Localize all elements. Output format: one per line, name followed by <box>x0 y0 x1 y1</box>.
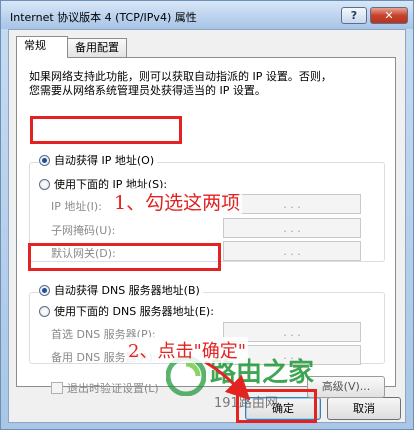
ip-address-label: IP 地址(I): <box>51 200 102 213</box>
tcpip-properties-dialog: Internet 协议版本 4 (TCP/IPv4) 属性 ? ✕ 常规 备用配… <box>0 0 414 430</box>
radio-checked-icon <box>39 154 50 166</box>
subnet-mask-input[interactable]: . . . <box>223 218 361 238</box>
cancel-button[interactable]: 取消 <box>327 397 401 420</box>
annotation-step-2: 2、点击"确定" <box>126 337 249 363</box>
dns-auto-radio[interactable]: 自动获得 DNS 服务器地址(B) <box>39 282 203 298</box>
dns-manual-label: 使用下面的 DNS 服务器地址(E): <box>54 305 214 318</box>
annotation-step-1: 1、勾选这两项 <box>112 188 243 215</box>
dns-manual-radio[interactable]: 使用下面的 DNS 服务器地址(E): <box>39 303 217 319</box>
radio-unchecked-icon <box>39 305 50 317</box>
close-button[interactable]: ✕ <box>370 7 408 24</box>
default-gateway-input[interactable]: . . . <box>223 241 361 261</box>
radio-unchecked-icon <box>39 178 50 190</box>
ip-auto-radio[interactable]: 自动获得 IP 地址(O) <box>39 152 158 168</box>
dns-auto-label: 自动获得 DNS 服务器地址(B) <box>54 284 200 297</box>
validate-on-exit-label: 退出时验证设置(L) <box>67 382 159 395</box>
ip-auto-label: 自动获得 IP 地址(O) <box>54 154 155 167</box>
subnet-mask-label: 子网掩码(U): <box>51 224 116 237</box>
dialog-client-area: 常规 备用配置 如果网络支持此功能，则可以获取自动指派的 IP 设置。否则， 您… <box>8 29 406 423</box>
radio-checked-icon <box>39 284 50 296</box>
advanced-button[interactable]: 高级(V)... <box>307 376 385 398</box>
help-button[interactable]: ? <box>341 7 367 24</box>
ip-address-input[interactable]: . . . <box>223 194 361 214</box>
default-gateway-label: 默认网关(D): <box>51 247 116 260</box>
window-title: Internet 协议版本 4 (TCP/IPv4) 属性 <box>10 11 197 24</box>
checkbox-icon <box>51 382 63 394</box>
watermark-site: 191路由网 <box>214 396 278 411</box>
description-line-1: 如果网络支持此功能，则可以获取自动指派的 IP 设置。否则， <box>29 70 332 83</box>
description-line-2: 您需要从网络系统管理员处获得适当的 IP 设置。 <box>29 84 266 97</box>
tab-alternate-config[interactable]: 备用配置 <box>67 38 127 57</box>
description-text: 如果网络支持此功能，则可以获取自动指派的 IP 设置。否则， 您需要从网络系统管… <box>29 70 389 98</box>
validate-on-exit-checkbox[interactable]: 退出时验证设置(L) <box>51 380 159 396</box>
title-bar[interactable]: Internet 协议版本 4 (TCP/IPv4) 属性 ? ✕ <box>1 1 413 29</box>
tab-general[interactable]: 常规 <box>16 36 68 58</box>
